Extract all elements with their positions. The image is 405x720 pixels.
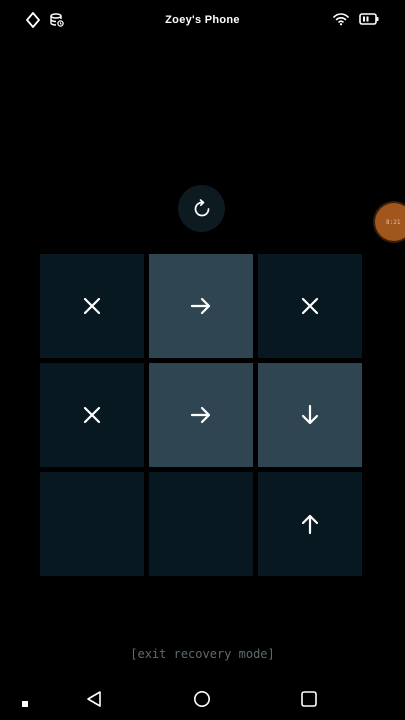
grid-tile[interactable] <box>40 363 144 467</box>
grid-tile[interactable] <box>40 254 144 358</box>
floating-bubble[interactable]: 8:21 <box>375 203 405 241</box>
puzzle-grid <box>40 254 364 576</box>
status-right-icons <box>333 12 379 26</box>
close-icon <box>82 296 102 316</box>
grid-tile[interactable] <box>40 472 144 576</box>
floating-bubble-text: 8:21 <box>386 218 401 226</box>
back-icon[interactable] <box>86 690 102 713</box>
arrow-up-icon <box>300 513 320 535</box>
close-icon <box>82 405 102 425</box>
status-bar: Zoey's Phone <box>0 0 405 42</box>
close-icon <box>300 296 320 316</box>
navigation-bar <box>0 680 405 720</box>
battery-icon <box>359 13 379 25</box>
home-icon[interactable] <box>193 690 211 713</box>
grid-tile[interactable] <box>149 254 253 358</box>
menu-dot-icon[interactable] <box>21 695 29 713</box>
arrow-right-icon <box>190 405 212 425</box>
grid-tile[interactable] <box>258 254 362 358</box>
recents-icon[interactable] <box>300 690 318 713</box>
refresh-icon <box>191 198 213 220</box>
arrow-right-icon <box>190 296 212 316</box>
grid-tile[interactable] <box>258 472 362 576</box>
arrow-down-icon <box>300 404 320 426</box>
grid-tile[interactable] <box>258 363 362 467</box>
reset-button[interactable] <box>178 185 225 232</box>
wifi-icon <box>333 12 349 26</box>
exit-recovery-mode-link[interactable]: [exit recovery mode] <box>0 647 405 661</box>
grid-tile[interactable] <box>149 363 253 467</box>
grid-tile[interactable] <box>149 472 253 576</box>
